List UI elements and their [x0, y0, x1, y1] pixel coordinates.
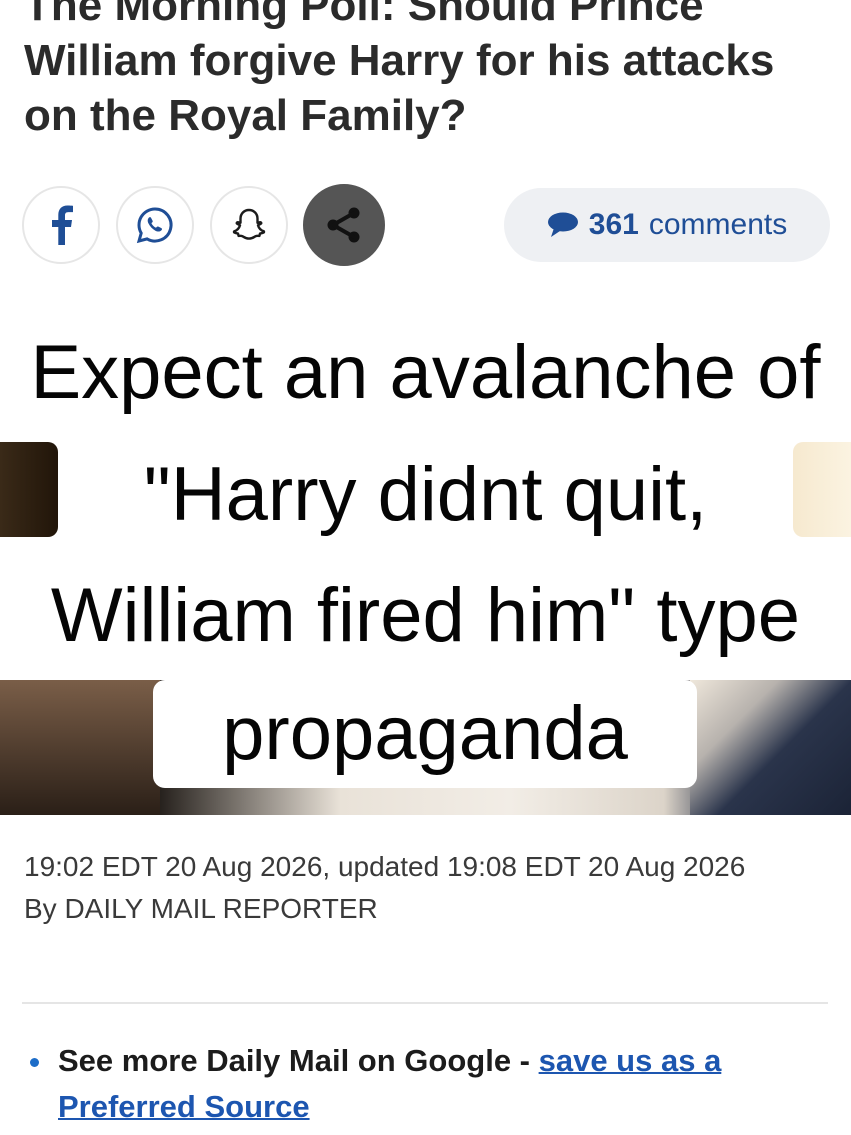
overlay-caption-line-1: Expect an avalanche of — [30, 330, 821, 415]
facebook-icon — [52, 205, 73, 245]
article-image: Expect an avalanche of "Harry didnt quit… — [0, 290, 851, 815]
promo-text: See more Daily Mail on Google - — [58, 1043, 539, 1078]
overlay-caption-line-2: "Harry didnt quit, — [143, 452, 708, 537]
article-meta: 19:02 EDT 20 Aug 2026, updated 19:08 EDT… — [24, 848, 824, 928]
bullet-dot-icon — [30, 1058, 39, 1067]
divider — [22, 1002, 828, 1004]
share-bar: 361 comments — [22, 184, 832, 268]
overlay-caption-line-3: William fired him" type — [50, 573, 801, 658]
comment-count: 361 — [588, 208, 639, 241]
comment-bubble-icon — [547, 212, 578, 237]
overlay-caption-line-4: propaganda — [222, 691, 628, 776]
snapchat-share-button[interactable] — [210, 186, 288, 264]
comments-button[interactable]: 361 comments — [504, 188, 830, 262]
comment-label: comments — [648, 208, 788, 241]
facebook-share-button[interactable] — [22, 186, 100, 264]
whatsapp-share-button[interactable] — [116, 186, 194, 264]
overlay-caption-box: propaganda — [153, 680, 697, 788]
snapchat-icon — [232, 208, 266, 240]
promo-bullet: See more Daily Mail on Google - save us … — [30, 1038, 820, 1130]
share-button[interactable] — [303, 184, 385, 266]
article-headline: The Morning Poll: Should Prince William … — [24, 0, 775, 140]
byline: By DAILY MAIL REPORTER — [24, 893, 378, 924]
publish-dates: 19:02 EDT 20 Aug 2026, updated 19:08 EDT… — [24, 851, 746, 882]
whatsapp-icon — [136, 207, 173, 244]
share-icon — [327, 207, 360, 243]
